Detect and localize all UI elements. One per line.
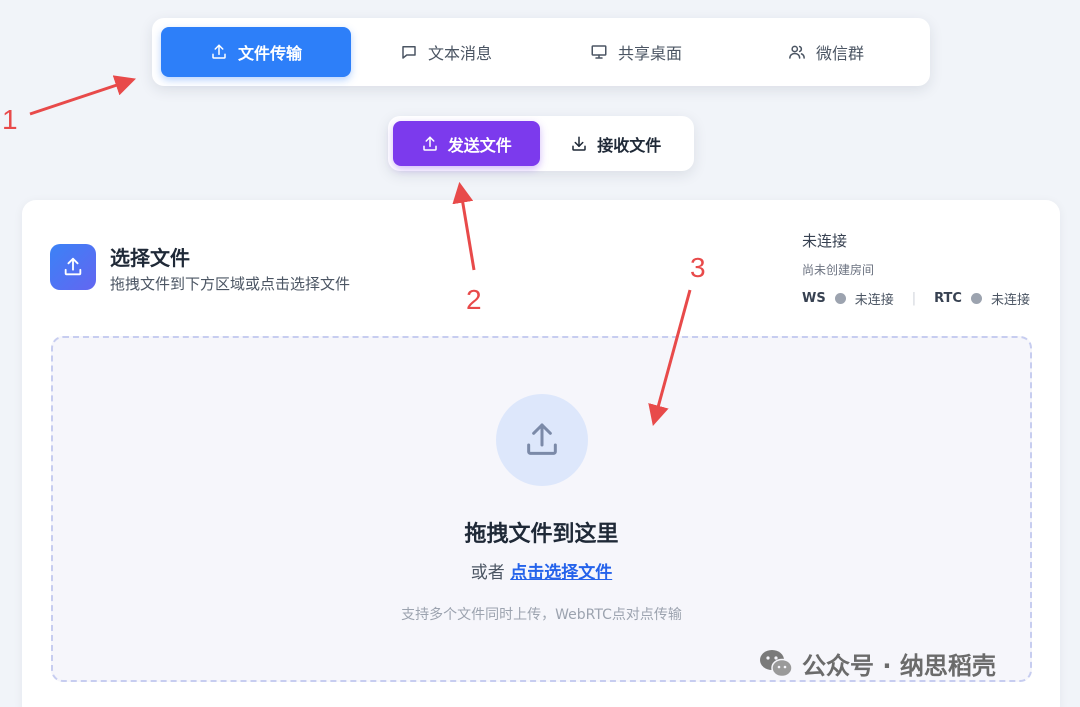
arrow-1 xyxy=(29,75,136,116)
card-subtitle: 拖拽文件到下方区域或点击选择文件 xyxy=(110,275,351,293)
tab-send-file[interactable]: 发送文件 xyxy=(393,121,540,166)
card-upload-badge xyxy=(50,244,96,290)
status-separator: | xyxy=(911,291,917,306)
upload-icon xyxy=(212,44,226,59)
file-mode-tab-bar: 发送文件 接收文件 xyxy=(388,116,694,171)
drop-zone-hint: 支持多个文件同时上传，WebRTC点对点传输 xyxy=(401,607,682,623)
watermark: 公众号 · 纳思稻壳 xyxy=(758,646,996,681)
watermark-text: 公众号 · 纳思稻壳 xyxy=(802,652,996,680)
message-icon xyxy=(402,46,416,59)
annotation-number-2: 2 xyxy=(466,284,482,315)
status-main: 未连接 xyxy=(802,232,848,250)
main-tab-bar: 文件传输 文本消息 共享桌面 微信群 xyxy=(152,18,930,86)
tab-receive-file[interactable]: 接收文件 xyxy=(543,121,690,166)
upload-icon xyxy=(527,423,557,455)
file-drop-zone[interactable]: 拖拽文件到这里 或者 点击选择文件 支持多个文件同时上传，WebRTC点对点传输 xyxy=(51,336,1032,682)
tab-label: 文本消息 xyxy=(427,44,492,63)
monitor-icon xyxy=(591,45,607,59)
ws-status-dot xyxy=(834,293,846,304)
tab-file-transfer[interactable]: 文件传输 xyxy=(161,27,351,77)
ws-state: 未连接 xyxy=(854,293,894,308)
tab-label: 微信群 xyxy=(815,44,864,63)
tab-label: 共享桌面 xyxy=(617,44,682,63)
rtc-status-dot xyxy=(970,293,982,304)
tab-label: 接收文件 xyxy=(597,135,662,155)
annotation-number-3: 3 xyxy=(690,252,706,283)
rtc-label: RTC xyxy=(934,291,962,306)
file-select-card: 选择文件 拖拽文件到下方区域或点击选择文件 未连接 尚未创建房间 WS 未连接 … xyxy=(22,200,1060,707)
tab-label: 发送文件 xyxy=(447,135,512,155)
upload-icon xyxy=(64,257,82,276)
drop-zone-title: 拖拽文件到这里 xyxy=(464,522,619,547)
users-icon xyxy=(789,45,805,59)
tab-wechat-group[interactable]: 微信群 xyxy=(731,27,921,77)
card-title: 选择文件 xyxy=(110,246,190,270)
wechat-icon xyxy=(760,649,793,677)
status-room: 尚未创建房间 xyxy=(802,263,875,277)
download-icon xyxy=(572,136,586,151)
drop-zone-or-line: 或者 点击选择文件 xyxy=(53,558,1030,583)
tab-label: 文件传输 xyxy=(237,44,302,63)
upload-icon xyxy=(422,136,437,151)
tab-share-desktop[interactable]: 共享桌面 xyxy=(541,27,731,77)
rtc-state: 未连接 xyxy=(990,293,1030,308)
or-text: 或者 xyxy=(470,563,505,583)
select-file-link[interactable]: 点击选择文件 xyxy=(510,563,612,583)
tab-text-message[interactable]: 文本消息 xyxy=(351,27,541,77)
annotation-number-1: 1 xyxy=(2,104,18,135)
drop-zone-icon-circle xyxy=(496,394,588,486)
status-indicators: WS 未连接 | RTC 未连接 xyxy=(802,289,1030,308)
ws-label: WS xyxy=(802,291,826,306)
